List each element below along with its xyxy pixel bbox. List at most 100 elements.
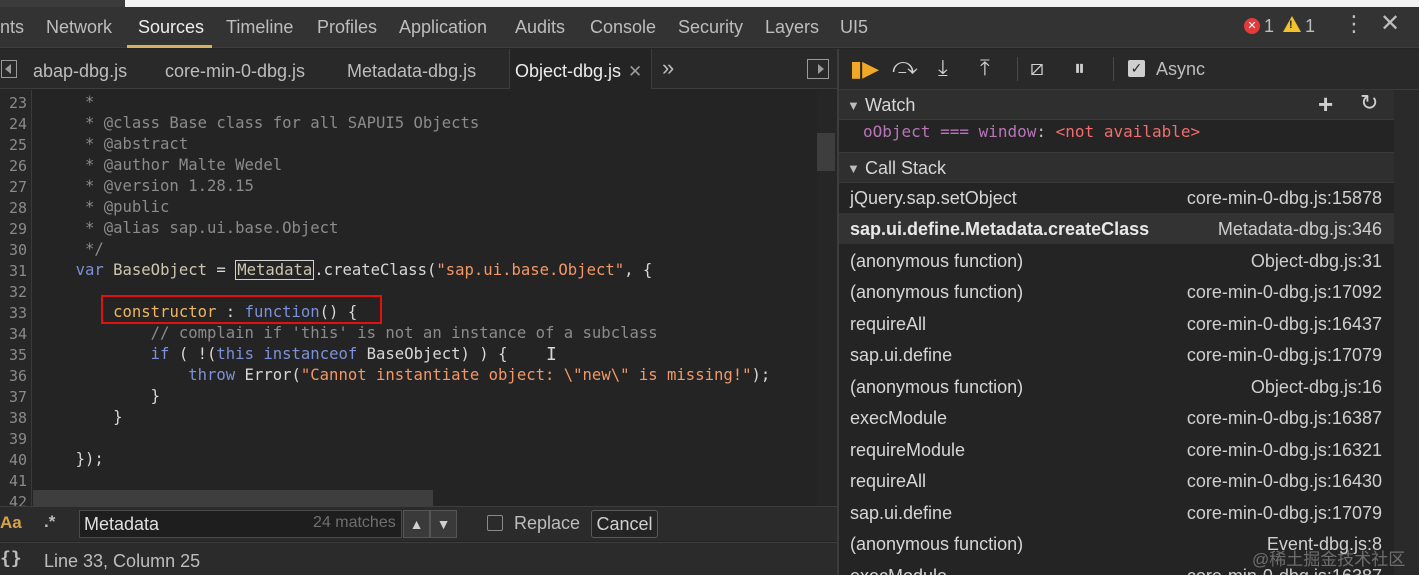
tab-application[interactable]: Application (399, 17, 487, 38)
code-line[interactable]: }); (38, 450, 104, 468)
frame-location[interactable]: core-min-0-dbg.js:17079 (1187, 503, 1382, 524)
frame-location[interactable]: core-min-0-dbg.js:17092 (1187, 282, 1382, 303)
regex-button[interactable]: .* (44, 512, 55, 532)
code-line[interactable]: var BaseObject = Metadata .createClass("s… (38, 260, 652, 280)
match-count: 24 matches (313, 514, 396, 531)
warning-count[interactable]: 1 (1305, 16, 1315, 37)
frame-name: requireAll (850, 314, 927, 334)
code-token: Error( (235, 366, 301, 384)
line-number: 39 (8, 430, 27, 448)
cancel-button[interactable]: Cancel (591, 510, 658, 538)
replace-checkbox[interactable] (487, 515, 503, 531)
code-token: ( !( (169, 345, 217, 363)
keyword: var (75, 261, 104, 279)
frame-location[interactable]: core-min-0-dbg.js:16437 (1187, 314, 1382, 335)
call-frame[interactable]: jQuery.sap.setObject core-min-0-dbg.js:15… (839, 182, 1394, 213)
tab-timeline[interactable]: Timeline (226, 17, 293, 38)
previous-match-button[interactable]: ▲ (403, 510, 430, 538)
tab-audits[interactable]: Audits (515, 17, 565, 38)
code-line[interactable]: * @class Base class for all SAPUI5 Objec… (38, 114, 479, 132)
code-token: }); (75, 450, 104, 468)
tab-sources[interactable]: Sources (138, 17, 204, 38)
frame-location[interactable]: core-min-0-dbg.js:16321 (1187, 440, 1382, 461)
match-case-button[interactable]: Aa (0, 513, 22, 533)
call-frame[interactable]: requireAll core-min-0-dbg.js:16430 (839, 465, 1394, 496)
call-frame[interactable]: sap.ui.define core-min-0-dbg.js:17079 (839, 339, 1394, 370)
code-line[interactable]: // complain if 'this' is not an instance… (38, 324, 658, 342)
more-options-icon[interactable]: ⋮ (1343, 13, 1365, 35)
code-line[interactable]: */ (38, 240, 104, 258)
frame-location[interactable]: core-min-0-dbg.js:17079 (1187, 345, 1382, 366)
code-line[interactable]: * @version 1.28.15 (38, 177, 254, 195)
close-devtools-icon[interactable]: ✕ (1380, 12, 1400, 36)
add-watch-icon[interactable]: + (1318, 89, 1333, 120)
error-icon[interactable]: ✕ (1244, 18, 1260, 34)
code-line[interactable]: } (38, 408, 122, 426)
code-line[interactable]: if ( !(this instanceof BaseObject) ) { (38, 345, 508, 363)
call-frame[interactable]: (anonymous function) core-min-0-dbg.js:17… (839, 276, 1394, 307)
pause-on-exceptions-icon[interactable]: ⏸ (1074, 55, 1085, 81)
call-frame[interactable]: execModule core-min-0-dbg.js:16387 (839, 402, 1394, 433)
frame-name: sap.ui.define.Metadata.createClass (850, 219, 1150, 239)
error-count[interactable]: 1 (1264, 16, 1274, 37)
toolbar-separator (1113, 57, 1114, 81)
tab-elements-partial[interactable]: nts (0, 17, 24, 38)
frame-location[interactable]: core-min-0-dbg.js:15878 (1187, 188, 1382, 209)
call-frame[interactable]: (anonymous function) Object-dbg.js:31 (839, 245, 1394, 276)
tab-console[interactable]: Console (590, 17, 656, 38)
frame-location[interactable]: Object-dbg.js:16 (1251, 377, 1382, 398)
frame-location[interactable]: Metadata-dbg.js:346 (1218, 219, 1382, 240)
tab-security[interactable]: Security (678, 17, 743, 38)
line-number: 23 (8, 94, 27, 112)
toggle-navigator-icon[interactable] (1, 60, 17, 78)
deactivate-breakpoints-icon[interactable]: ⧄ (1030, 55, 1044, 81)
call-frame-selected[interactable]: sap.ui.define.Metadata.createClass Metada… (839, 213, 1394, 244)
watch-section-header[interactable]: ▼ Watch (839, 89, 1394, 120)
code-line[interactable]: * @alias sap.ui.base.Object (38, 219, 339, 237)
code-line[interactable]: * (38, 93, 94, 111)
resume-icon[interactable]: ▮▶ (850, 56, 879, 82)
call-frame[interactable]: (anonymous function) Object-dbg.js:16 (839, 371, 1394, 402)
refresh-icon[interactable]: ↻ (1360, 90, 1378, 116)
frame-name: execModule (850, 408, 948, 428)
toggle-debugger-icon[interactable] (807, 59, 829, 79)
call-frame[interactable]: requireModule core-min-0-dbg.js:16321 (839, 434, 1394, 465)
code-line[interactable]: * @abstract (38, 135, 188, 153)
async-label[interactable]: Async (1156, 59, 1205, 80)
tab-ui5[interactable]: UI5 (840, 17, 868, 38)
replace-label[interactable]: Replace (514, 513, 580, 534)
tab-layers[interactable]: Layers (765, 17, 819, 38)
call-frame[interactable]: requireAll core-min-0-dbg.js:16437 (839, 308, 1394, 339)
file-tab-object[interactable]: Object-dbg.js (515, 61, 621, 82)
close-tab-icon[interactable]: ✕ (628, 62, 642, 82)
file-tab-abap-dbg[interactable]: abap-dbg.js (33, 61, 127, 82)
frame-name: jQuery.sap.setObject (850, 188, 1017, 208)
next-match-button[interactable]: ▼ (430, 510, 457, 538)
code-line[interactable]: throw Error("Cannot instantiate object: … (38, 366, 770, 384)
editor-horizontal-scrollbar[interactable] (33, 490, 433, 506)
pretty-print-icon[interactable]: {} (0, 548, 22, 569)
call-frame[interactable]: sap.ui.define core-min-0-dbg.js:17079 (839, 497, 1394, 528)
editor-scroll-thumb[interactable] (817, 133, 835, 171)
line-number: 32 (8, 283, 27, 301)
async-checkbox[interactable]: ✓ (1128, 60, 1145, 77)
frame-location[interactable]: core-min-0-dbg.js:16387 (1187, 408, 1382, 429)
frame-location[interactable]: Object-dbg.js:31 (1251, 251, 1382, 272)
devtools-tab-bar: nts Network Sources Timeline Profiles Ap… (0, 7, 1419, 48)
code-line[interactable]: * @public (38, 198, 170, 216)
tab-network[interactable]: Network (46, 17, 112, 38)
line-number: 38 (8, 409, 27, 427)
step-out-icon[interactable]: ⤒ (980, 55, 990, 81)
code-line[interactable]: } (38, 387, 160, 405)
more-tabs-icon[interactable]: » (662, 55, 674, 81)
code-line[interactable]: * @author Malte Wedel (38, 156, 282, 174)
step-into-icon[interactable]: ⤓ (938, 55, 948, 81)
tab-profiles[interactable]: Profiles (317, 17, 377, 38)
watch-expression[interactable]: oObject === window: <not available> (863, 122, 1200, 141)
callstack-section-header[interactable]: ▼ Call Stack (839, 152, 1394, 183)
step-over-icon[interactable]: ⤼ (892, 53, 918, 81)
file-tab-core-min[interactable]: core-min-0-dbg.js (165, 61, 305, 82)
sidebar-scrollbar[interactable] (1394, 90, 1419, 575)
frame-location[interactable]: core-min-0-dbg.js:16430 (1187, 471, 1382, 492)
file-tab-metadata[interactable]: Metadata-dbg.js (347, 61, 476, 82)
